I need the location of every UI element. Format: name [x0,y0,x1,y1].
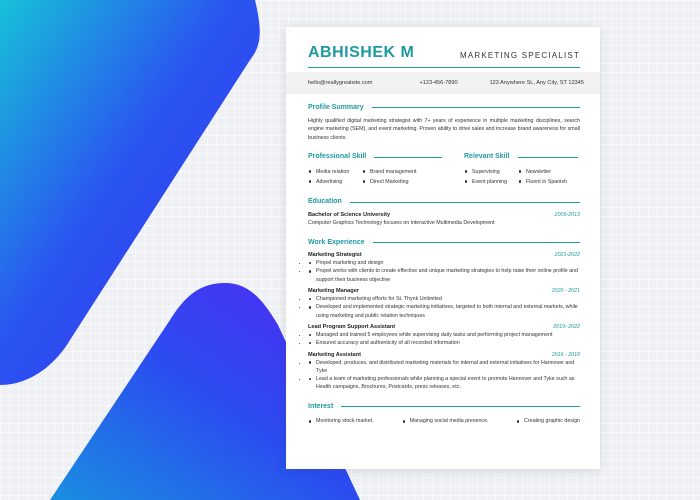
skill-item: Media relation [308,167,362,177]
section-title-text: Work Experience [308,238,365,246]
job-date: 2016 - 2018 [551,351,580,358]
interest-item: Monitoring stock market. [308,418,402,424]
interest-heading: Interest [308,402,580,412]
skill-item: Supervising [464,167,518,177]
skill-item: Advertising [308,177,362,187]
section-title-text: Relevant Skill [464,153,510,161]
job-entry: Marketing Manager 2020 - 2021 Championed… [308,288,580,320]
job-bullet: Propel works with clients to create effe… [308,267,580,284]
education-date: 2009-2013 [554,211,580,218]
job-bullet: Managed and trained 5 employees while su… [308,331,580,339]
contact-email: hello@reallygreatsite.com [308,80,373,86]
work-experience-heading: Work Experience [308,237,580,247]
header-divider [308,67,580,68]
profile-summary-heading: Profile Summary [308,102,580,112]
education-detail: Computer Graphics Technology focuses on … [308,219,495,226]
job-bullet: Lead a team of marketing professionals w… [308,375,580,392]
relevant-skill-heading: Relevant Skill [464,152,578,162]
job-bullet: Championed marketing efforts for St. Thy… [308,295,580,303]
section-title-text: Education [308,198,342,206]
person-name: ABHISHEK M [308,44,415,61]
job-title: MARKETING SPECIALIST [459,51,580,60]
job-date: 2021-2022 [554,252,580,259]
skills-section: Professional Skill Media relation Advert… [308,152,580,187]
job-date: 2020 - 2021 [551,288,580,295]
section-rule [374,156,442,158]
job-bullet: Propel marketing and design [308,259,580,267]
job-bullet: Developed, produces, and distributed mar… [308,359,580,376]
skill-item: Fluent in Spanish [518,177,567,187]
section-title-text: Interest [308,403,334,411]
job-title: Lead Program Support Assistant [308,323,396,330]
degree-title: Bachelor of Science University [308,211,391,218]
section-rule [349,201,580,203]
section-title-text: Professional Skill [308,153,367,161]
job-entry: Marketing Assistant 2016 - 2018 Develope… [308,352,580,392]
job-date: 2019- 2022 [553,323,580,330]
skill-item: Newsletter [518,167,567,177]
job-bullet: Ensured accuracy and authenticity of all… [308,339,580,347]
education-heading: Education [308,197,580,207]
job-entry: Lead Program Support Assistant 2019- 202… [308,324,580,348]
job-entry: Marketing Strategist 2021-2022 Propel ma… [308,252,580,284]
resume-page: ABHISHEK M MARKETING SPECIALIST hello@re… [286,27,600,469]
contact-phone: +123-456-7890 [419,80,458,86]
section-title-text: Profile Summary [308,103,364,111]
interest-item: Managing social media presence. [402,418,516,424]
job-bullet: Developed and implemented strategic mark… [308,303,580,320]
professional-skill-heading: Professional Skill [308,152,442,162]
profile-summary-text: Highly qualified digital marketing strat… [308,118,580,141]
section-rule [371,106,580,108]
contact-address: 123 Anywhere St., Any City, ST 12345 [489,80,584,86]
section-rule [341,406,580,408]
section-rule [517,156,578,158]
section-rule [372,241,580,243]
skill-item: Event planning [464,177,518,187]
skill-item: Brand management [362,167,417,177]
work-experience-section: Work Experience Marketing Strategist 202… [308,237,580,392]
skill-item: Direct Marketing [362,177,417,187]
contact-band: hello@reallygreatsite.com +123-456-7890 … [286,72,600,94]
job-title: Marketing Manager [308,288,359,295]
education-section: Education Bachelor of Science University… [308,197,580,227]
job-title: Marketing Assistant [308,351,361,358]
job-title: Marketing Strategist [308,252,362,259]
resume-header: ABHISHEK M MARKETING SPECIALIST [308,39,580,61]
interest-section: Interest Monitoring stock market. Managi… [308,402,580,424]
interest-item: Creating graphic design [516,418,580,424]
